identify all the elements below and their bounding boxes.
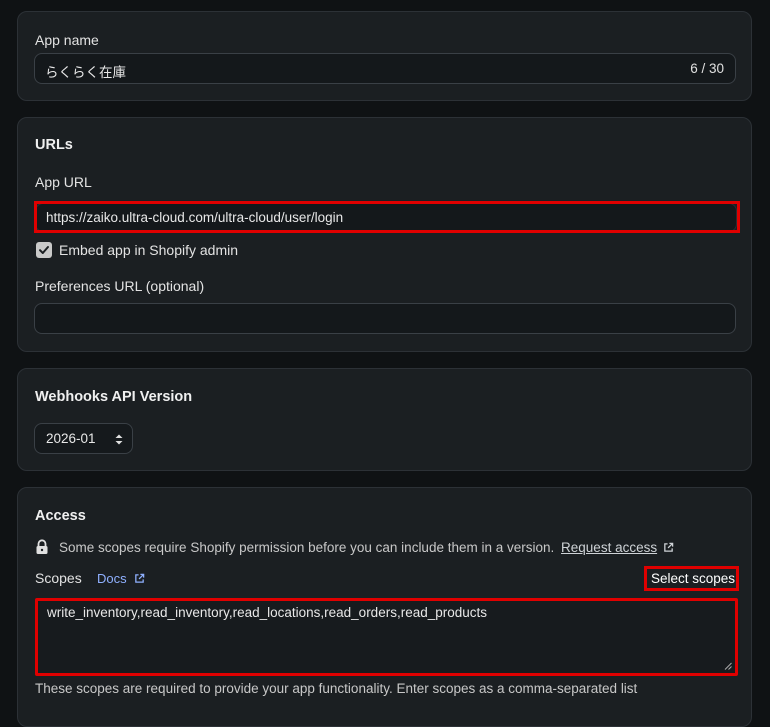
docs-external-link-icon (134, 573, 144, 583)
preferences-url-label: Preferences URL (optional) (35, 278, 205, 294)
scopes-help-text: These scopes are required to provide you… (35, 681, 638, 696)
select-scopes-button[interactable]: Select scopes (644, 566, 739, 591)
lock-icon (36, 539, 48, 554)
app-url-label: App URL (35, 174, 92, 190)
app-name-label: App name (35, 32, 99, 48)
scopes-value: write_inventory,read_inventory,read_loca… (47, 605, 488, 620)
scopes-textarea[interactable]: write_inventory,read_inventory,read_loca… (35, 598, 738, 676)
urls-card: URLs App URL https://zaiko.ultra-cloud.c… (17, 117, 752, 352)
external-link-icon (664, 542, 674, 552)
docs-link[interactable]: Docs (97, 570, 145, 586)
api-version-select[interactable]: 2026-01 (34, 423, 133, 454)
select-chevron-icon (115, 434, 123, 445)
request-access-link[interactable]: Request access (561, 540, 657, 555)
api-version-value: 2026-01 (46, 431, 96, 446)
app-name-counter: 6 / 30 (690, 61, 724, 76)
webhooks-heading: Webhooks API Version (35, 389, 193, 405)
preferences-url-input[interactable] (34, 303, 736, 334)
select-scopes-label: Select scopes (651, 571, 736, 586)
app-name-card: App name らくらく在庫 6 / 30 (17, 11, 752, 101)
checkmark-icon (39, 246, 49, 254)
resize-handle-icon[interactable] (724, 662, 732, 670)
access-notice: Some scopes require Shopify permission b… (59, 540, 674, 555)
access-card: Access Some scopes require Shopify permi… (17, 487, 752, 727)
app-name-input[interactable]: らくらく在庫 6 / 30 (34, 53, 736, 84)
app-url-highlight (34, 201, 740, 233)
scopes-label: Scopes (35, 570, 82, 586)
webhooks-card: Webhooks API Version 2026-01 (17, 368, 752, 471)
embed-label: Embed app in Shopify admin (59, 242, 238, 258)
docs-link-label: Docs (97, 571, 127, 586)
access-heading: Access (35, 508, 86, 524)
access-notice-text: Some scopes require Shopify permission b… (59, 540, 555, 555)
app-name-value: らくらく在庫 (45, 65, 126, 80)
urls-heading: URLs (35, 137, 73, 153)
embed-checkbox[interactable] (36, 242, 52, 258)
